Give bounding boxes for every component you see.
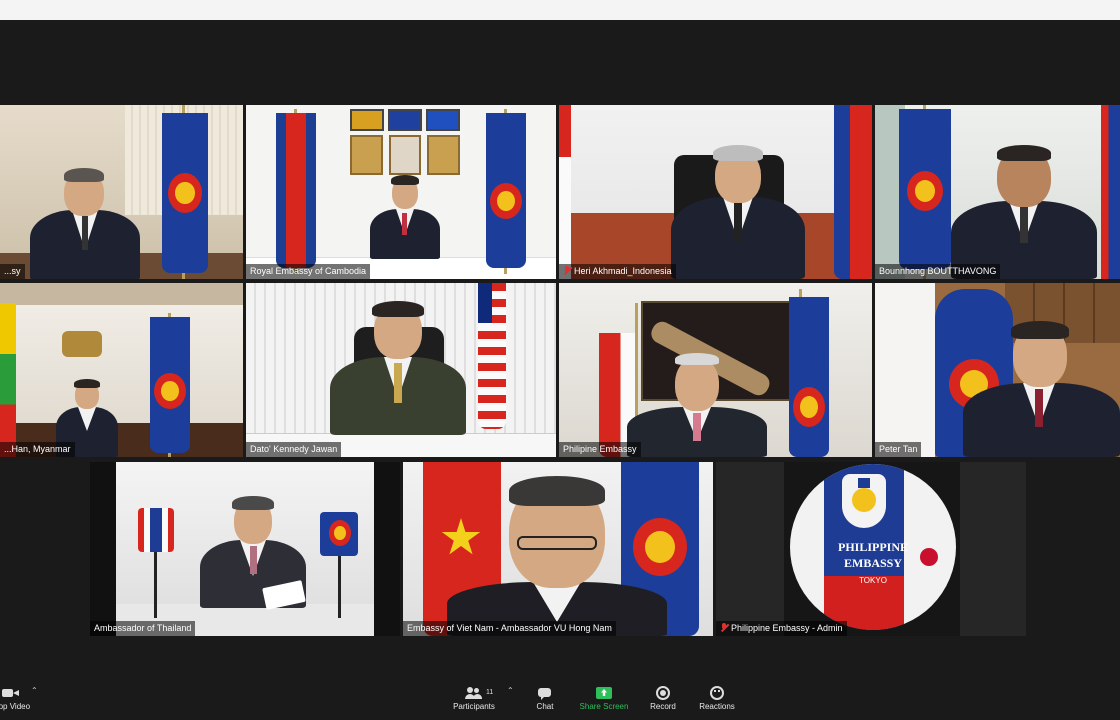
participant-person [330, 301, 466, 435]
muted-mic-icon [563, 266, 571, 275]
record-icon [656, 686, 670, 700]
video-tile-6[interactable]: Dato' Kennedy Jawan [246, 283, 556, 457]
chat-button[interactable]: Chat [517, 684, 573, 718]
participant-person [963, 321, 1120, 457]
video-tile-5[interactable]: ...Han, Myanmar [0, 283, 243, 457]
asean-flag [897, 105, 953, 279]
participant-person [627, 353, 767, 457]
philippine-embassy-logo: PHILIPPINE EMBASSY TOKYO [790, 464, 956, 630]
share-screen-button[interactable]: Share Screen [576, 684, 632, 718]
participant-name: Dato' Kennedy Jawan [246, 442, 342, 457]
asean-flag [834, 105, 872, 279]
video-tile-10[interactable]: Embassy of Viet Nam - Ambassador VU Hong… [403, 462, 713, 636]
participant-name: Philippine Embassy - Admin [716, 621, 847, 636]
thailand-flag [136, 508, 180, 618]
meeting-toolbar: ...op Video ⌃ Participants 11 ⌃ Chat Sha… [0, 680, 1120, 720]
reactions-button[interactable]: Reactions [689, 684, 745, 718]
video-tile-3[interactable]: Heri Akhmadi_Indonesia [559, 105, 872, 279]
participants-count: 11 [486, 689, 494, 696]
video-tile-9[interactable]: Ambassador of Thailand [90, 462, 400, 636]
participant-person [200, 496, 306, 610]
asean-flag [785, 289, 831, 457]
participant-name: Bounnhong BOUTTHAVONG [875, 264, 1001, 279]
window-top-strip [0, 0, 1120, 20]
participant-name: Philipine Embassy [559, 442, 641, 457]
share-screen-icon [596, 686, 612, 700]
video-tile-7[interactable]: Philipine Embassy [559, 283, 872, 457]
asean-flag [160, 105, 210, 279]
seal-icon [842, 474, 886, 528]
video-tile-2[interactable]: Royal Embassy of Cambodia [246, 105, 556, 279]
participant-name: Heri Akhmadi_Indonesia [559, 264, 676, 279]
emblem-wall [62, 331, 102, 357]
video-tile-11[interactable]: PHILIPPINE EMBASSY TOKYO Philippine Emba… [716, 462, 1026, 636]
chat-bubble-icon [538, 686, 552, 700]
video-options-chevron-icon[interactable]: ⌃ [31, 686, 39, 695]
participant-person [447, 474, 667, 636]
indonesia-flag [559, 105, 571, 279]
flag-frames [350, 109, 460, 131]
asean-flag [320, 512, 360, 618]
participant-person [30, 168, 140, 279]
participant-name: Ambassador of Thailand [90, 621, 196, 636]
smiley-icon [710, 686, 724, 700]
video-camera-icon [2, 686, 20, 700]
asean-flag [484, 109, 528, 274]
participants-icon [465, 686, 483, 700]
malaysia-flag [478, 283, 508, 433]
participant-name: Embassy of Viet Nam - Ambassador VU Hong… [403, 621, 616, 636]
participant-person [951, 145, 1097, 279]
logo-line-3: TOKYO [859, 576, 887, 585]
video-tile-4[interactable]: Bounnhong BOUTTHAVONG [875, 105, 1120, 279]
cambodia-flag [274, 109, 318, 274]
record-button[interactable]: Record [635, 684, 691, 718]
muted-mic-icon [720, 623, 728, 632]
participants-button[interactable]: Participants [446, 684, 502, 718]
participant-person [370, 175, 440, 259]
participants-options-chevron-icon[interactable]: ⌃ [507, 686, 515, 695]
portrait-frames [350, 135, 461, 175]
video-tile-8[interactable]: Peter Tan [875, 283, 1120, 457]
participant-person [671, 145, 805, 279]
participant-name: Royal Embassy of Cambodia [246, 264, 371, 279]
myanmar-flag [0, 303, 16, 457]
participant-name: Peter Tan [875, 442, 922, 457]
asean-flag [148, 313, 192, 457]
participant-name: ...Han, Myanmar [0, 442, 75, 457]
participant-name: ...sy [0, 264, 25, 279]
video-tile-1[interactable]: ...sy [0, 105, 243, 279]
laos-flag [1101, 105, 1120, 279]
japan-flag-icon [920, 548, 938, 566]
